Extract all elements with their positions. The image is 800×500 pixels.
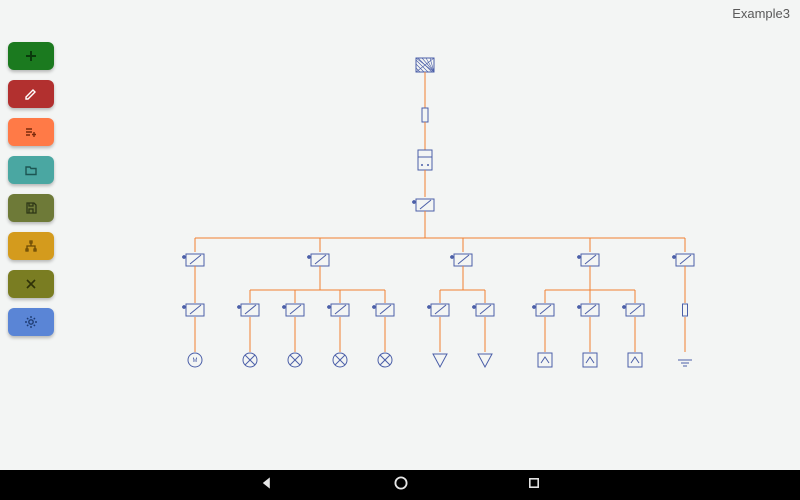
breaker-node[interactable]	[327, 304, 349, 316]
breaker-node[interactable]	[282, 304, 304, 316]
breaker-node[interactable]	[450, 254, 472, 266]
breaker-node[interactable]	[427, 304, 449, 316]
recent-icon[interactable]	[528, 476, 540, 494]
breaker-node[interactable]	[307, 254, 329, 266]
svg-text:M: M	[193, 358, 198, 364]
socket-load[interactable]	[628, 353, 642, 367]
breaker-node[interactable]	[372, 304, 394, 316]
arrow-load[interactable]	[433, 354, 447, 367]
breaker-node[interactable]	[672, 254, 694, 266]
breaker-node[interactable]	[182, 304, 204, 316]
breaker-node[interactable]	[577, 304, 599, 316]
breaker-node[interactable]	[182, 254, 204, 266]
android-navbar	[0, 470, 800, 500]
socket-load[interactable]	[583, 353, 597, 367]
breaker-node[interactable]	[472, 304, 494, 316]
home-icon[interactable]	[394, 476, 408, 495]
breaker-node[interactable]	[237, 304, 259, 316]
arrow-load[interactable]	[478, 354, 492, 367]
socket-load[interactable]	[538, 353, 552, 367]
fuse-node[interactable]	[683, 304, 688, 316]
back-icon[interactable]	[260, 476, 274, 495]
breaker-node[interactable]	[622, 304, 644, 316]
electrical-diagram[interactable]: M	[0, 0, 800, 460]
canvas[interactable]: Example3 M	[0, 0, 800, 500]
breaker-node[interactable]	[412, 199, 434, 211]
breaker-node[interactable]	[532, 304, 554, 316]
breaker-node[interactable]	[577, 254, 599, 266]
